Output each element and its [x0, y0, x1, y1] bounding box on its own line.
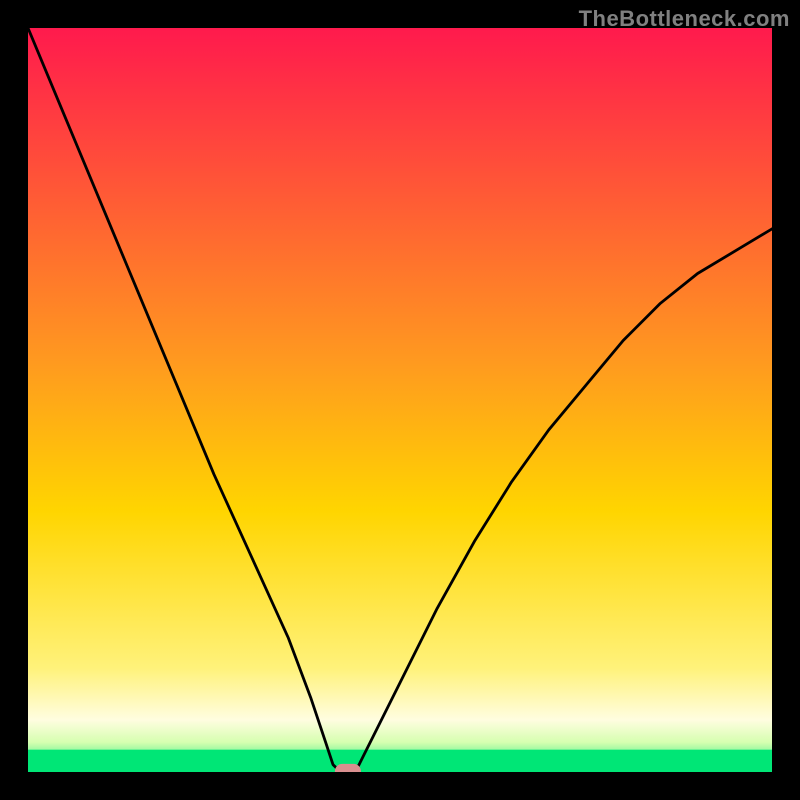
chart-svg: [28, 28, 772, 772]
selection-marker: [335, 764, 361, 772]
bottleneck-chart: [28, 28, 772, 772]
chart-background: [28, 28, 772, 772]
watermark-text: TheBottleneck.com: [579, 6, 790, 32]
optimal-band: [28, 750, 772, 772]
